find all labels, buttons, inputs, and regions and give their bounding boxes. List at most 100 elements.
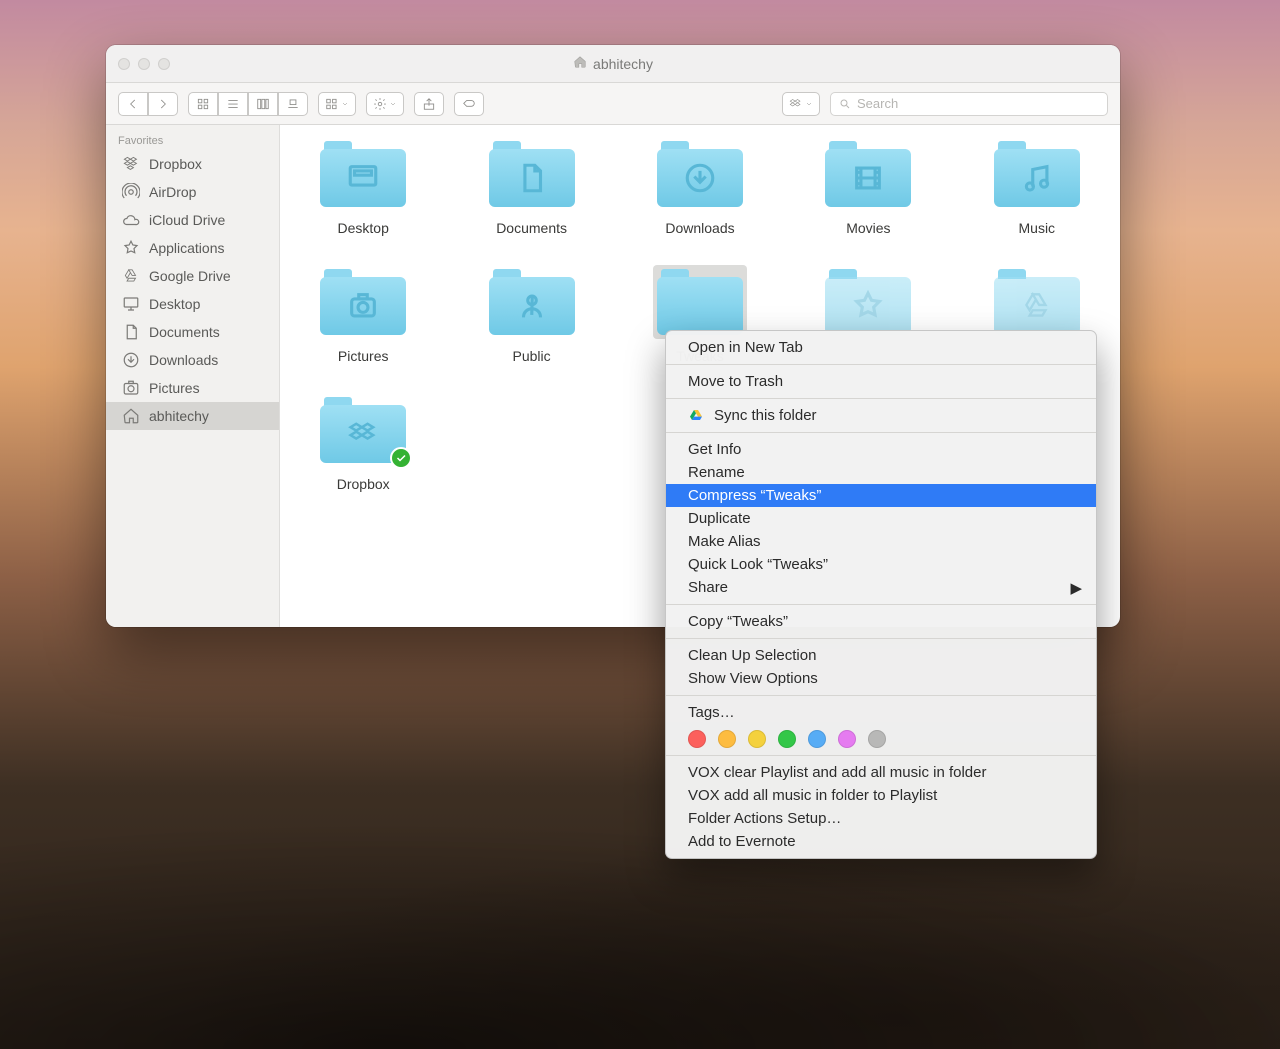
close-window-button[interactable]	[118, 58, 130, 70]
search-icon	[839, 98, 851, 110]
back-button[interactable]	[118, 92, 148, 116]
ctx-sync-this-folder[interactable]: Sync this folder	[666, 404, 1096, 427]
applications-icon	[122, 239, 140, 257]
sidebar-item-label: Dropbox	[149, 156, 202, 172]
sidebar-item-airdrop[interactable]: AirDrop	[106, 178, 279, 206]
sidebar-item-label: Desktop	[149, 296, 200, 312]
nav-buttons	[118, 92, 178, 116]
folder-icon	[657, 141, 743, 207]
sidebar-item-label: AirDrop	[149, 184, 196, 200]
folder-label: Documents	[490, 219, 573, 237]
ctx-vox-clear[interactable]: VOX clear Playlist and add all music in …	[666, 761, 1096, 784]
sidebar: Favorites Dropbox AirDrop iCloud Drive A…	[106, 125, 280, 627]
ctx-vox-add[interactable]: VOX add all music in folder to Playlist	[666, 784, 1096, 807]
view-columns-button[interactable]	[248, 92, 278, 116]
documents-icon	[122, 323, 140, 341]
sidebar-item-icloud[interactable]: iCloud Drive	[106, 206, 279, 234]
ctx-share[interactable]: Share▶	[666, 576, 1096, 599]
folder-public[interactable]: Public	[460, 265, 602, 365]
airdrop-icon	[122, 183, 140, 201]
share-button[interactable]	[414, 92, 444, 116]
folder-pictures[interactable]: Pictures	[292, 265, 434, 365]
view-list-button[interactable]	[218, 92, 248, 116]
folder-icon	[994, 141, 1080, 207]
minimize-window-button[interactable]	[138, 58, 150, 70]
folder-icon	[657, 269, 743, 335]
tag-yellow[interactable]	[748, 730, 766, 748]
ctx-get-info[interactable]: Get Info	[666, 438, 1096, 461]
cloud-icon	[122, 211, 140, 229]
folder-documents[interactable]: Documents	[460, 137, 602, 237]
sidebar-item-label: iCloud Drive	[149, 212, 225, 228]
desktop-icon	[122, 295, 140, 313]
sidebar-item-label: Downloads	[149, 352, 218, 368]
pictures-icon	[122, 379, 140, 397]
folder-icon	[825, 269, 911, 335]
window-title: abhitechy	[106, 55, 1120, 72]
ctx-duplicate[interactable]: Duplicate	[666, 507, 1096, 530]
ctx-make-alias[interactable]: Make Alias	[666, 530, 1096, 553]
sidebar-item-downloads[interactable]: Downloads	[106, 346, 279, 374]
ctx-copy[interactable]: Copy “Tweaks”	[666, 610, 1096, 633]
search-field[interactable]: Search	[830, 92, 1108, 116]
ctx-compress[interactable]: Compress “Tweaks”	[666, 484, 1096, 507]
context-menu: Open in New Tab Move to Trash Sync this …	[665, 330, 1097, 859]
folder-music[interactable]: Music	[966, 137, 1108, 237]
folder-label: Downloads	[659, 219, 740, 237]
ctx-folder-actions[interactable]: Folder Actions Setup…	[666, 807, 1096, 830]
tag-orange[interactable]	[718, 730, 736, 748]
sidebar-item-dropbox[interactable]: Dropbox	[106, 150, 279, 178]
ctx-open-new-tab[interactable]: Open in New Tab	[666, 336, 1096, 359]
ctx-evernote[interactable]: Add to Evernote	[666, 830, 1096, 853]
tag-purple[interactable]	[838, 730, 856, 748]
google-drive-icon	[688, 408, 704, 424]
sidebar-item-pictures[interactable]: Pictures	[106, 374, 279, 402]
sidebar-item-applications[interactable]: Applications	[106, 234, 279, 262]
search-placeholder: Search	[857, 96, 898, 111]
titlebar: abhitechy	[106, 45, 1120, 83]
tags-button[interactable]	[454, 92, 484, 116]
downloads-icon	[122, 351, 140, 369]
dropbox-toolbar-button[interactable]	[782, 92, 820, 116]
folder-icon	[825, 141, 911, 207]
ctx-quick-look[interactable]: Quick Look “Tweaks”	[666, 553, 1096, 576]
folder-label: Public	[507, 347, 557, 365]
tag-green[interactable]	[778, 730, 796, 748]
sidebar-item-googledrive[interactable]: Google Drive	[106, 262, 279, 290]
folder-icon	[489, 269, 575, 335]
tag-gray[interactable]	[868, 730, 886, 748]
forward-button[interactable]	[148, 92, 178, 116]
tag-red[interactable]	[688, 730, 706, 748]
folder-label: Desktop	[332, 219, 395, 237]
view-coverflow-button[interactable]	[278, 92, 308, 116]
tags-color-row	[666, 724, 1096, 750]
sidebar-item-label: abhitechy	[149, 408, 209, 424]
home-icon	[122, 407, 140, 425]
zoom-window-button[interactable]	[158, 58, 170, 70]
sidebar-item-documents[interactable]: Documents	[106, 318, 279, 346]
folder-dropbox[interactable]: Dropbox	[292, 393, 434, 493]
sidebar-header-favorites: Favorites	[106, 131, 279, 150]
sidebar-item-desktop[interactable]: Desktop	[106, 290, 279, 318]
ctx-move-to-trash[interactable]: Move to Trash	[666, 370, 1096, 393]
ctx-view-options[interactable]: Show View Options	[666, 667, 1096, 690]
folder-icon	[320, 141, 406, 207]
tag-blue[interactable]	[808, 730, 826, 748]
ctx-clean-up[interactable]: Clean Up Selection	[666, 644, 1096, 667]
folder-label: Music	[1013, 219, 1062, 237]
folder-icon	[994, 269, 1080, 335]
google-drive-icon	[122, 267, 140, 285]
submenu-arrow-icon: ▶	[1070, 579, 1082, 597]
folder-movies[interactable]: Movies	[797, 137, 939, 237]
view-icons-button[interactable]	[188, 92, 218, 116]
folder-downloads[interactable]: Downloads	[629, 137, 771, 237]
arrange-button[interactable]	[318, 92, 356, 116]
ctx-rename[interactable]: Rename	[666, 461, 1096, 484]
action-button[interactable]	[366, 92, 404, 116]
sidebar-item-home[interactable]: abhitechy	[106, 402, 279, 430]
sidebar-item-label: Documents	[149, 324, 220, 340]
home-icon	[573, 55, 587, 72]
folder-desktop[interactable]: Desktop	[292, 137, 434, 237]
folder-icon	[320, 269, 406, 335]
ctx-tags[interactable]: Tags…	[666, 701, 1096, 724]
